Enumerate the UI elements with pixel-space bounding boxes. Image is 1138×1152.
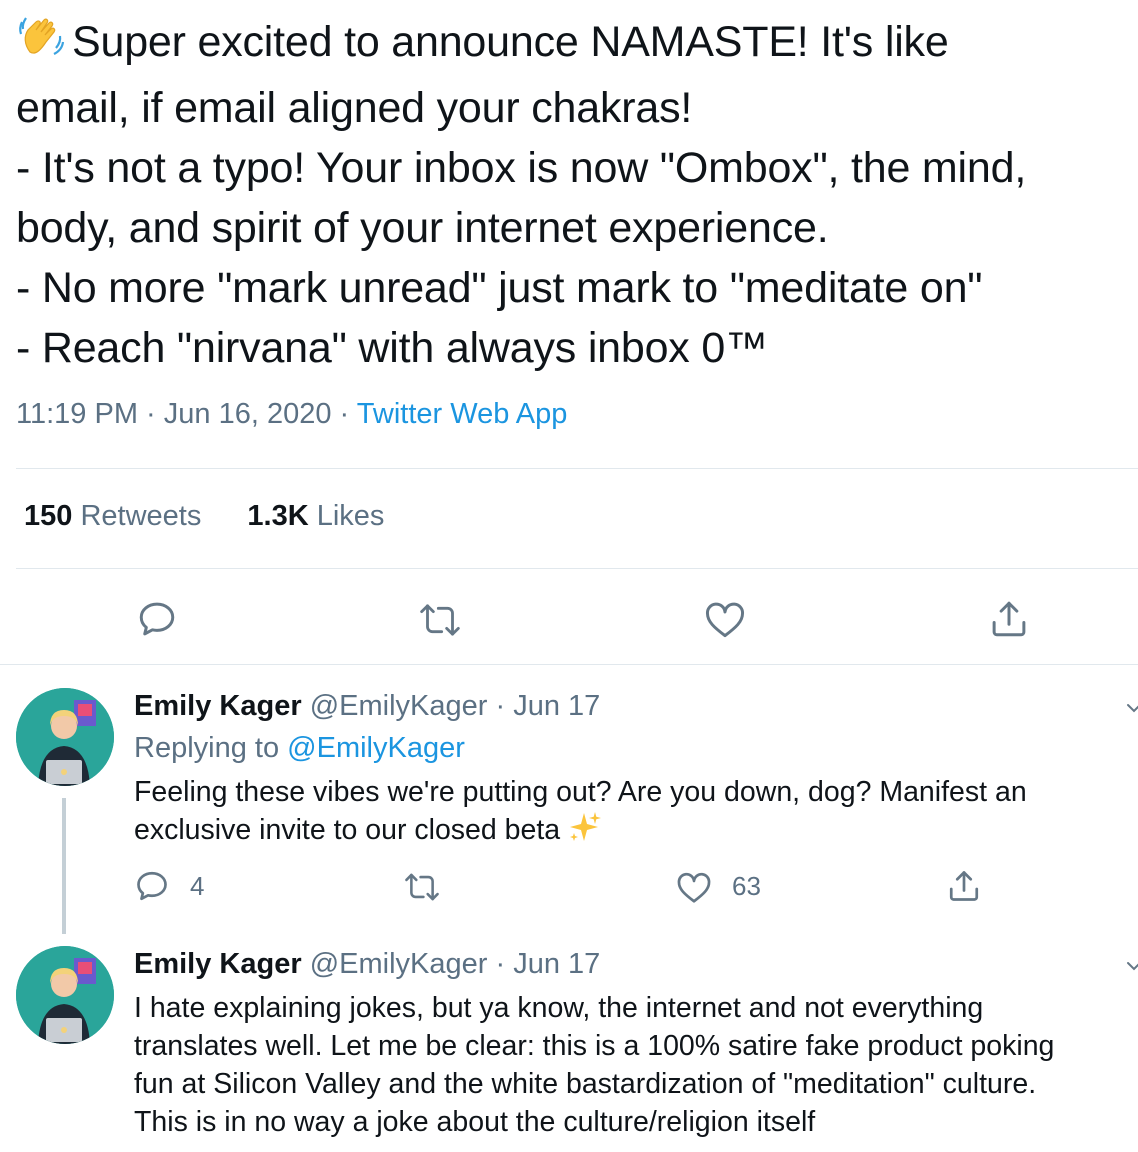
replying-prefix: Replying to	[134, 732, 280, 764]
tweet-line: email, if email aligned your chakras!	[16, 84, 693, 132]
reply-text: I hate explaining jokes, but ya know, th…	[134, 989, 1134, 1141]
chevron-down-icon[interactable]	[1124, 698, 1138, 718]
replying-to: Replying to @EmilyKager	[134, 732, 465, 765]
tweet-line: - Reach "nirvana" with always inbox 0™	[16, 324, 768, 372]
author-handle[interactable]: @EmilyKager	[310, 690, 488, 722]
reply-line-text: exclusive invite to our closed beta	[134, 814, 561, 846]
tweet-line: - It's not a typo! Your inbox is now "Om…	[16, 144, 1027, 192]
divider	[16, 568, 1138, 569]
reply-line: exclusive invite to our closed beta	[134, 811, 1134, 855]
author-name[interactable]: Emily Kager	[134, 690, 302, 722]
avatar[interactable]	[16, 688, 114, 786]
reply-text: Feeling these vibes we're putting out? A…	[134, 773, 1134, 855]
author-handle[interactable]: @EmilyKager	[310, 948, 488, 980]
like-icon[interactable]	[676, 870, 712, 904]
tweet-meta: 11:19 PM · Jun 16, 2020 · Twitter Web Ap…	[16, 398, 567, 431]
tweet-line: body, and spirit of your internet experi…	[16, 204, 829, 252]
meta-separator: ·	[339, 398, 350, 430]
tweet-time[interactable]: 11:19 PM	[16, 398, 138, 430]
author-name[interactable]: Emily Kager	[134, 948, 302, 980]
likes-count: 1.3K	[247, 500, 309, 532]
reply-icon[interactable]	[136, 598, 178, 640]
reply-count: 4	[190, 871, 205, 901]
tweet-text: Super excited to announce NAMASTE! It's …	[16, 12, 1134, 378]
tweet-line: Super excited to announce NAMASTE! It's …	[16, 12, 1134, 78]
thread-connector	[62, 798, 66, 934]
reply-date[interactable]: Jun 17	[513, 948, 600, 980]
retweet-icon[interactable]	[418, 600, 462, 640]
reply-icon[interactable]	[134, 868, 170, 904]
chevron-down-icon[interactable]	[1124, 956, 1138, 976]
reply-date[interactable]: Jun 17	[513, 690, 600, 722]
waving-hand-icon	[16, 12, 72, 78]
likes-stat[interactable]: 1.3K Likes	[247, 500, 384, 532]
tweet-date[interactable]: Jun 16, 2020	[164, 398, 332, 430]
reply-header: Emily Kager @EmilyKager · Jun 17	[134, 690, 600, 723]
header-separator: ·	[495, 948, 506, 980]
reply-line: This is in no way a joke about the cultu…	[134, 1106, 816, 1138]
reply-line: I hate explaining jokes, but ya know, th…	[134, 992, 984, 1024]
tweet-stats: 150 Retweets 1.3K Likes	[24, 500, 422, 533]
reply-line: translates well. Let me be clear: this i…	[134, 1030, 1055, 1062]
divider	[16, 468, 1138, 469]
meta-separator: ·	[146, 398, 156, 430]
tweet-line: - No more "mark unread" just mark to "me…	[16, 264, 983, 312]
replying-mention[interactable]: @EmilyKager	[287, 732, 465, 764]
share-icon[interactable]	[988, 598, 1030, 640]
share-icon[interactable]	[946, 868, 982, 904]
likes-label: Likes	[316, 500, 385, 532]
retweets-label: Retweets	[80, 500, 202, 532]
reply-header: Emily Kager @EmilyKager · Jun 17	[134, 948, 600, 981]
avatar[interactable]	[16, 946, 114, 1044]
retweets-stat[interactable]: 150 Retweets	[24, 500, 201, 532]
reply-line: fun at Silicon Valley and the white bast…	[134, 1068, 1037, 1100]
retweets-count: 150	[24, 500, 73, 532]
tweet-line-text: Super excited to announce NAMASTE! It's …	[72, 18, 949, 66]
tweet-source-link[interactable]: Twitter Web App	[357, 398, 568, 430]
sparkles-icon	[568, 811, 602, 855]
like-count: 63	[732, 871, 761, 901]
like-icon[interactable]	[704, 599, 746, 639]
divider	[0, 664, 1138, 665]
reply-line: Feeling these vibes we're putting out? A…	[134, 776, 1027, 808]
header-separator: ·	[495, 690, 506, 722]
retweet-icon[interactable]	[402, 870, 442, 904]
